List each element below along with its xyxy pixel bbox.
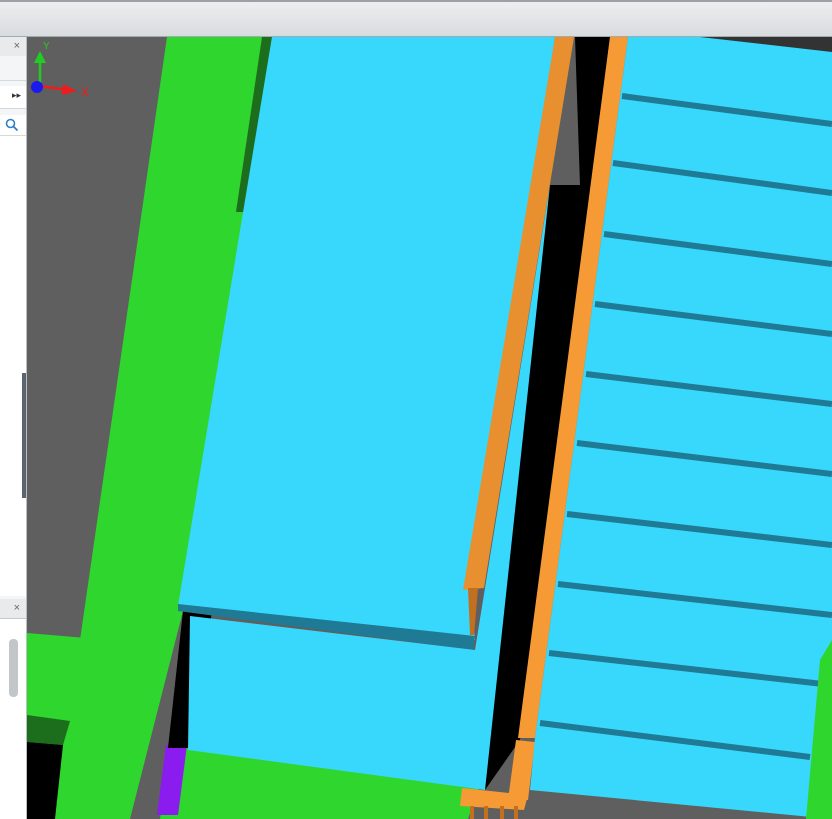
top-panel-header: ×: [0, 37, 26, 57]
rail-base-post: [484, 806, 488, 819]
rail-base-post: [470, 806, 474, 819]
axis-x-arrow-icon: [62, 84, 77, 95]
axis-z-origin-icon: [31, 81, 43, 93]
top-panel-spacer: [0, 56, 26, 81]
top-panel-toolbar: ▸▸: [0, 86, 26, 109]
axis-y-arrow-icon: [34, 51, 46, 63]
bottom-panel-scrollbar-thumb[interactable]: [9, 639, 18, 697]
side-panel: × ▸▸ ×: [0, 37, 27, 819]
application-toolbar: [0, 0, 832, 37]
bottom-panel-header: ×: [0, 599, 26, 619]
top-panel-close-button[interactable]: ×: [14, 39, 20, 53]
axis-y-label: Y: [43, 41, 50, 52]
rail-base-post: [500, 806, 504, 819]
axis-triad: X Y: [31, 41, 89, 97]
bottom-panel-list-area[interactable]: [0, 619, 26, 819]
3d-viewport[interactable]: X Y: [27, 37, 832, 819]
axis-x-label: X: [81, 85, 89, 97]
bottom-panel-close-button[interactable]: ×: [14, 601, 20, 615]
rail-base-post: [514, 806, 518, 819]
search-icon[interactable]: [5, 118, 19, 132]
scene-canvas[interactable]: [27, 37, 832, 819]
more-options-button[interactable]: ▸▸: [12, 90, 21, 101]
top-panel-search-row[interactable]: [0, 115, 26, 136]
top-panel-tree-area[interactable]: [0, 136, 26, 596]
